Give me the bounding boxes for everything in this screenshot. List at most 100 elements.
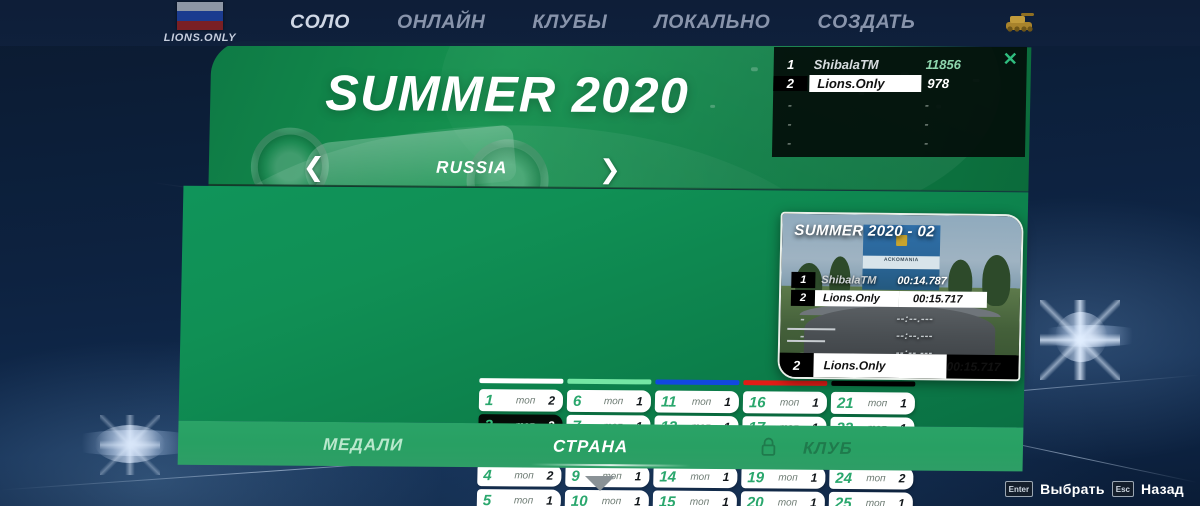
medal-label: топ: [778, 471, 798, 484]
medal-label: топ: [866, 472, 886, 484]
nav-item-online[interactable]: ОНЛАЙН: [397, 11, 485, 34]
medal-value: 2: [546, 468, 554, 483]
medal-number: 4: [483, 466, 492, 484]
player: ShibalaTM: [821, 274, 877, 287]
tank-icon[interactable]: [1003, 8, 1037, 34]
medal-cell[interactable]: 16 топ 1: [742, 391, 828, 414]
player: [815, 318, 897, 319]
russia-flag-icon: [177, 2, 223, 30]
leaderboard-overlay: ✕ 1 ShibalaTM 11856 2 Lions.Only 978 - -…: [771, 47, 1028, 157]
rank: -: [787, 136, 792, 150]
lens-flare-glow: [1030, 325, 1150, 347]
medal-number: 10: [570, 492, 588, 506]
rank: 2: [779, 352, 814, 378]
medal-number: 14: [659, 468, 677, 486]
rank: -: [799, 327, 805, 343]
tab-country[interactable]: СТРАНА: [553, 437, 629, 458]
medal-value: 2: [548, 393, 556, 408]
brand-name: LIONS.ONLY: [163, 32, 237, 44]
rank: 2: [790, 289, 816, 307]
race-result-row-empty: - --:--.---: [790, 327, 980, 345]
medal-label: топ: [867, 397, 888, 409]
column-color-bar: [831, 380, 916, 387]
medal-cell[interactable]: 10 топ 1: [564, 489, 650, 506]
lens-flare-streak: [1055, 312, 1107, 362]
country-selector: ❮ RUSSIA ❯: [297, 150, 628, 187]
medal-label: топ: [601, 495, 622, 506]
time: --:--.---: [896, 329, 934, 343]
medal-label: топ: [690, 471, 710, 483]
tab-club[interactable]: КЛУБ: [803, 439, 853, 459]
time: 00:15.717: [898, 290, 988, 308]
brand-block: LIONS.ONLY: [155, 2, 245, 44]
column-color-bar: [655, 379, 740, 386]
lens-flare-streak: [95, 425, 165, 463]
prev-country-button[interactable]: ❮: [297, 152, 331, 182]
medal-value: 1: [546, 493, 554, 506]
key-enter-label: Выбрать: [1040, 481, 1105, 497]
stadium-sign: ACKOMANIA: [883, 256, 919, 263]
medal-cell[interactable]: 20 топ 1: [740, 491, 826, 506]
top-navigation-bar: LIONS.ONLY СОЛО ОНЛАЙН КЛУБЫ ЛОКАЛЬНО СО…: [0, 0, 1200, 46]
leaderboard-row-highlighted[interactable]: 2 Lions.Only 978: [773, 74, 1026, 92]
rank: -: [800, 310, 805, 326]
lock-icon: [761, 437, 776, 456]
medal-label: топ: [777, 496, 798, 506]
race-preview-card[interactable]: ACKOMANIA SUMMER 2020 - 02 1 ShibalaTM 0…: [777, 211, 1024, 382]
player: ShibalaTM: [813, 56, 879, 72]
key-hints: Enter Выбрать Esc Назад: [1004, 481, 1184, 497]
personal-best-footer: 2 Lions.Only 00:15.717: [779, 352, 1019, 380]
main-menu: СОЛО ОНЛАЙН КЛУБЫ ЛОКАЛЬНО СОЗДАТЬ: [290, 11, 915, 34]
medal-number: 5: [482, 491, 492, 506]
country-name: RUSSIA: [435, 157, 508, 178]
medal-cell[interactable]: 25 топ 1: [828, 491, 914, 506]
time: 00:14.787: [897, 274, 947, 288]
rank: -: [787, 98, 793, 112]
medal-cell[interactable]: 21 топ 1: [830, 391, 916, 415]
score: -: [924, 117, 929, 131]
player: Lions.Only: [809, 74, 922, 92]
time: 00:15.717: [946, 359, 1001, 375]
nav-item-solo[interactable]: СОЛО: [290, 11, 350, 34]
score: 11856: [925, 56, 962, 72]
medal-value: 1: [724, 395, 732, 410]
medal-cell[interactable]: 5 топ 1: [476, 489, 562, 506]
key-esc: Esc: [1111, 481, 1134, 497]
medal-label: топ: [603, 395, 624, 407]
leaderboard-row[interactable]: 1 ShibalaTM 11856: [774, 55, 1027, 73]
rank: -: [787, 117, 792, 131]
medal-cell[interactable]: 6 топ 1: [566, 389, 652, 413]
debris-particle: [710, 104, 716, 108]
leaderboard-row-empty: - -: [773, 96, 1026, 114]
leaderboard-row-empty: - -: [772, 134, 1025, 152]
score: -: [924, 98, 930, 112]
tab-medals[interactable]: МЕДАЛИ: [323, 435, 404, 456]
player: [814, 335, 896, 336]
chevron-down-icon[interactable]: [585, 476, 615, 492]
medal-label: топ: [691, 396, 712, 408]
medal-cell[interactable]: 15 топ 1: [652, 490, 738, 506]
medal-number: 24: [835, 469, 853, 487]
leaderboard-row-empty: - -: [772, 115, 1025, 133]
score: 978: [927, 75, 950, 91]
medal-number: 1: [484, 391, 494, 409]
nav-item-create[interactable]: СОЗДАТЬ: [817, 11, 915, 34]
rank: 1: [786, 56, 795, 72]
score: -: [924, 136, 929, 150]
active-tab-underline: [530, 463, 691, 467]
medal-value: 1: [634, 469, 642, 484]
starburst-flare: [1040, 300, 1120, 380]
next-country-button[interactable]: ❯: [593, 154, 627, 184]
medal-value: 1: [722, 470, 730, 485]
nav-item-local[interactable]: ЛОКАЛЬНО: [654, 11, 770, 34]
medal-label: топ: [865, 497, 886, 506]
medal-number: 20: [746, 493, 764, 506]
nav-item-clubs[interactable]: КЛУБЫ: [532, 11, 607, 34]
medal-cell[interactable]: 1 топ 2: [478, 389, 564, 412]
time: --:--.---: [896, 312, 934, 326]
player: Lions.Only: [813, 353, 947, 379]
key-enter: Enter: [1004, 481, 1034, 497]
medal-cell[interactable]: 11 топ 1: [654, 390, 740, 414]
medal-value: 1: [634, 494, 642, 506]
race-result-row-highlighted: 2 Lions.Only 00:15.717: [790, 289, 988, 308]
